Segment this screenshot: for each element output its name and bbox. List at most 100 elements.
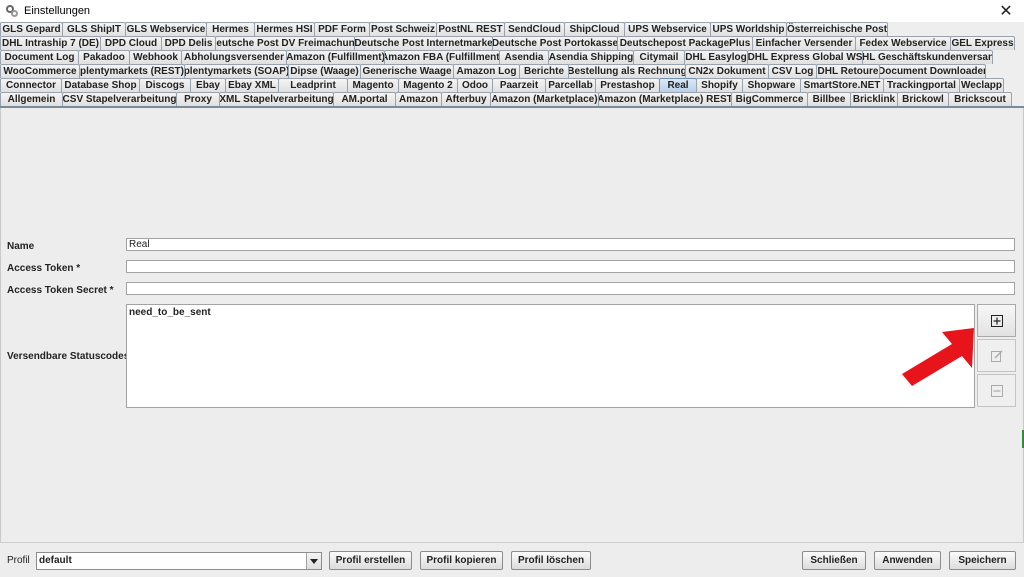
tab-ups-worldship[interactable]: UPS Worldship [710, 22, 787, 36]
tab-smartstore-net[interactable]: SmartStore.NET [800, 78, 884, 92]
tab-connector[interactable]: Connector [0, 78, 62, 92]
tab-deutsche-post-portokasse[interactable]: Deutsche Post Portokasse [492, 36, 618, 50]
tab-document-log[interactable]: Document Log [0, 50, 79, 64]
tab-gls-shipit[interactable]: GLS ShipIT [62, 22, 126, 36]
tab-ebay-xml[interactable]: Ebay XML [225, 78, 279, 92]
tab-hermes-hsi[interactable]: Hermes HSI [254, 22, 315, 36]
name-field[interactable]: Real [126, 238, 1015, 251]
tab-plentymarkets-rest[interactable]: plentymarkets (REST) [79, 64, 185, 78]
tab-shopify[interactable]: Shopify [696, 78, 743, 92]
tab-deutsche-post-internetmarke[interactable]: Deutsche Post Internetmarke [354, 36, 493, 50]
tab-trackingportal[interactable]: Trackingportal [883, 78, 960, 92]
tab-dhl-geschäftskundenversand[interactable]: DHL Geschäftskundenversand [862, 50, 993, 64]
tab-afterbuy[interactable]: Afterbuy [441, 92, 491, 106]
save-button[interactable]: Speichern [949, 551, 1016, 570]
tab-citymail[interactable]: Citymail [633, 50, 685, 64]
tab-amazon[interactable]: Amazon [395, 92, 442, 106]
tab-dpd-cloud[interactable]: DPD Cloud [100, 36, 162, 50]
tab-bricklink[interactable]: Bricklink [850, 92, 898, 106]
profile-label: Profil [7, 555, 30, 566]
list-item[interactable]: need_to_be_sent [129, 307, 211, 318]
chevron-down-icon[interactable] [306, 553, 321, 569]
tab-sendcloud[interactable]: SendCloud [504, 22, 565, 36]
tab-discogs[interactable]: Discogs [139, 78, 191, 92]
tab-deutschepost-packageplus[interactable]: Deutschepost PackagePlus [617, 36, 753, 50]
tab-pdf-form[interactable]: PDF Form [314, 22, 370, 36]
tab-dpd-delis[interactable]: DPD Delis [161, 36, 216, 50]
tab-asendia-shipping[interactable]: Asendia Shipping [548, 50, 634, 64]
tab-proxy[interactable]: Proxy [176, 92, 220, 106]
tab-dhl-retoure[interactable]: DHL Retoure [816, 64, 880, 78]
create-profile-button[interactable]: Profil erstellen [329, 551, 412, 570]
tab-leadprint[interactable]: Leadprint [278, 78, 348, 92]
tab-amazon-fulfillment[interactable]: Amazon (Fulfillment) [286, 50, 385, 64]
tab-plentymarkets-soap[interactable]: plentymarkets (SOAP) [184, 64, 289, 78]
tab-row-3: Document Log Pakadoo Webhook Abholungsverse… [0, 50, 993, 64]
tab-magento-2[interactable]: Magento 2 [398, 78, 458, 92]
tab-einfacher-versender[interactable]: Einfacher Versender [752, 36, 856, 50]
tab-deutsche-post-dv-freimachung[interactable]: Deutsche Post DV Freimachung [215, 36, 355, 50]
tab-asendia[interactable]: Asendia [499, 50, 549, 64]
tab-bigcommerce[interactable]: BigCommerce [731, 92, 808, 106]
tab-ups-webservice[interactable]: UPS Webservice [624, 22, 711, 36]
tab-pakadoo[interactable]: Pakadoo [78, 50, 130, 64]
tab-billbee[interactable]: Billbee [807, 92, 851, 106]
tab-csv-log[interactable]: CSV Log [768, 64, 817, 78]
tab-woocommerce[interactable]: WooCommerce [0, 64, 80, 78]
delete-profile-button[interactable]: Profil löschen [511, 551, 591, 570]
tab-cn2x-dokument[interactable]: CN2x Dokument [685, 64, 769, 78]
close-window-button[interactable]: ✕ [994, 0, 1018, 21]
copy-profile-button[interactable]: Profil kopieren [420, 551, 503, 570]
tab-shipcloud[interactable]: ShipCloud [564, 22, 625, 36]
tab-odoo[interactable]: Odoo [457, 78, 493, 92]
tab-amazon-fba-fulfillment[interactable]: Amazon FBA (Fulfillment) [384, 50, 500, 64]
tab-abholungsversender[interactable]: Abholungsversender [181, 50, 287, 64]
tab-ebay[interactable]: Ebay [190, 78, 226, 92]
tab-xml-stapelverarbeitung[interactable]: XML Stapelverarbeitung [219, 92, 334, 106]
tab-dhl-intraship-7-de[interactable]: DHL Intraship 7 (DE) [0, 36, 101, 50]
tab-webhook[interactable]: Webhook [129, 50, 182, 64]
apply-button[interactable]: Anwenden [874, 551, 941, 570]
tab-csv-stapelverarbeitung[interactable]: CSV Stapelverarbeitung [62, 92, 177, 106]
tab-generische-waage[interactable]: Generische Waage [360, 64, 454, 78]
tab-bestellung-als-rechnung[interactable]: Bestellung als Rechnung [568, 64, 686, 78]
edit-status-button[interactable] [977, 339, 1016, 372]
tab-shopware[interactable]: Shopware [742, 78, 801, 92]
access-token-field[interactable] [126, 260, 1015, 273]
tab-prestashop[interactable]: Prestashop [595, 78, 660, 92]
tab-fedex-webservice[interactable]: Fedex Webservice [855, 36, 951, 50]
tab-weclapp[interactable]: Weclapp [959, 78, 1004, 92]
tab-parcellab[interactable]: Parcellab [545, 78, 596, 92]
status-codes-list[interactable]: need_to_be_sent [126, 304, 975, 408]
tab-document-downloader[interactable]: Document Downloader [879, 64, 986, 78]
tab-berichte[interactable]: Berichte [519, 64, 569, 78]
remove-status-button[interactable] [977, 374, 1016, 407]
tab-brickowl[interactable]: Brickowl [897, 92, 949, 106]
tab-strip: GLS Gepard GLS ShipIT GLS Webservice Hermes… [0, 22, 1024, 106]
access-token-secret-field[interactable] [126, 282, 1015, 295]
tab-allgemein[interactable]: Allgemein [0, 92, 63, 106]
minus-square-icon [990, 384, 1003, 397]
tab-gls-gepard[interactable]: GLS Gepard [0, 22, 63, 36]
tab-am-portal[interactable]: AM.portal [333, 92, 396, 106]
tab-paarzeit[interactable]: Paarzeit [492, 78, 546, 92]
tab-post-schweiz[interactable]: Post Schweiz [369, 22, 437, 36]
tab-dhl-easylog[interactable]: DHL Easylog [684, 50, 748, 64]
close-button[interactable]: Schließen [802, 551, 866, 570]
tab-amazon-marketplace-rest[interactable]: Amazon (Marketplace) REST [598, 92, 732, 106]
tab-database-shop[interactable]: Database Shop [61, 78, 140, 92]
tab-gls-webservice[interactable]: GLS Webservice [125, 22, 207, 36]
profile-select[interactable]: default [36, 552, 322, 570]
tab-gel-express[interactable]: GEL Express [950, 36, 1015, 50]
tab-dipse-waage[interactable]: Dipse (Waage) [288, 64, 361, 78]
tab-hermes[interactable]: Hermes [206, 22, 255, 36]
tab-postnl-rest[interactable]: PostNL REST [436, 22, 505, 36]
add-status-button[interactable] [977, 304, 1016, 337]
tab-real[interactable]: Real [659, 78, 697, 92]
tab-dhl-express-global-ws[interactable]: DHL Express Global WS [747, 50, 863, 64]
tab-magento[interactable]: Magento [347, 78, 399, 92]
tab-amazon-marketplace[interactable]: Amazon (Marketplace) [490, 92, 599, 106]
tab-österreichische-post[interactable]: Österreichische Post [786, 22, 888, 36]
tab-amazon-log[interactable]: Amazon Log [453, 64, 520, 78]
tab-brickscout[interactable]: Brickscout [948, 92, 1012, 106]
